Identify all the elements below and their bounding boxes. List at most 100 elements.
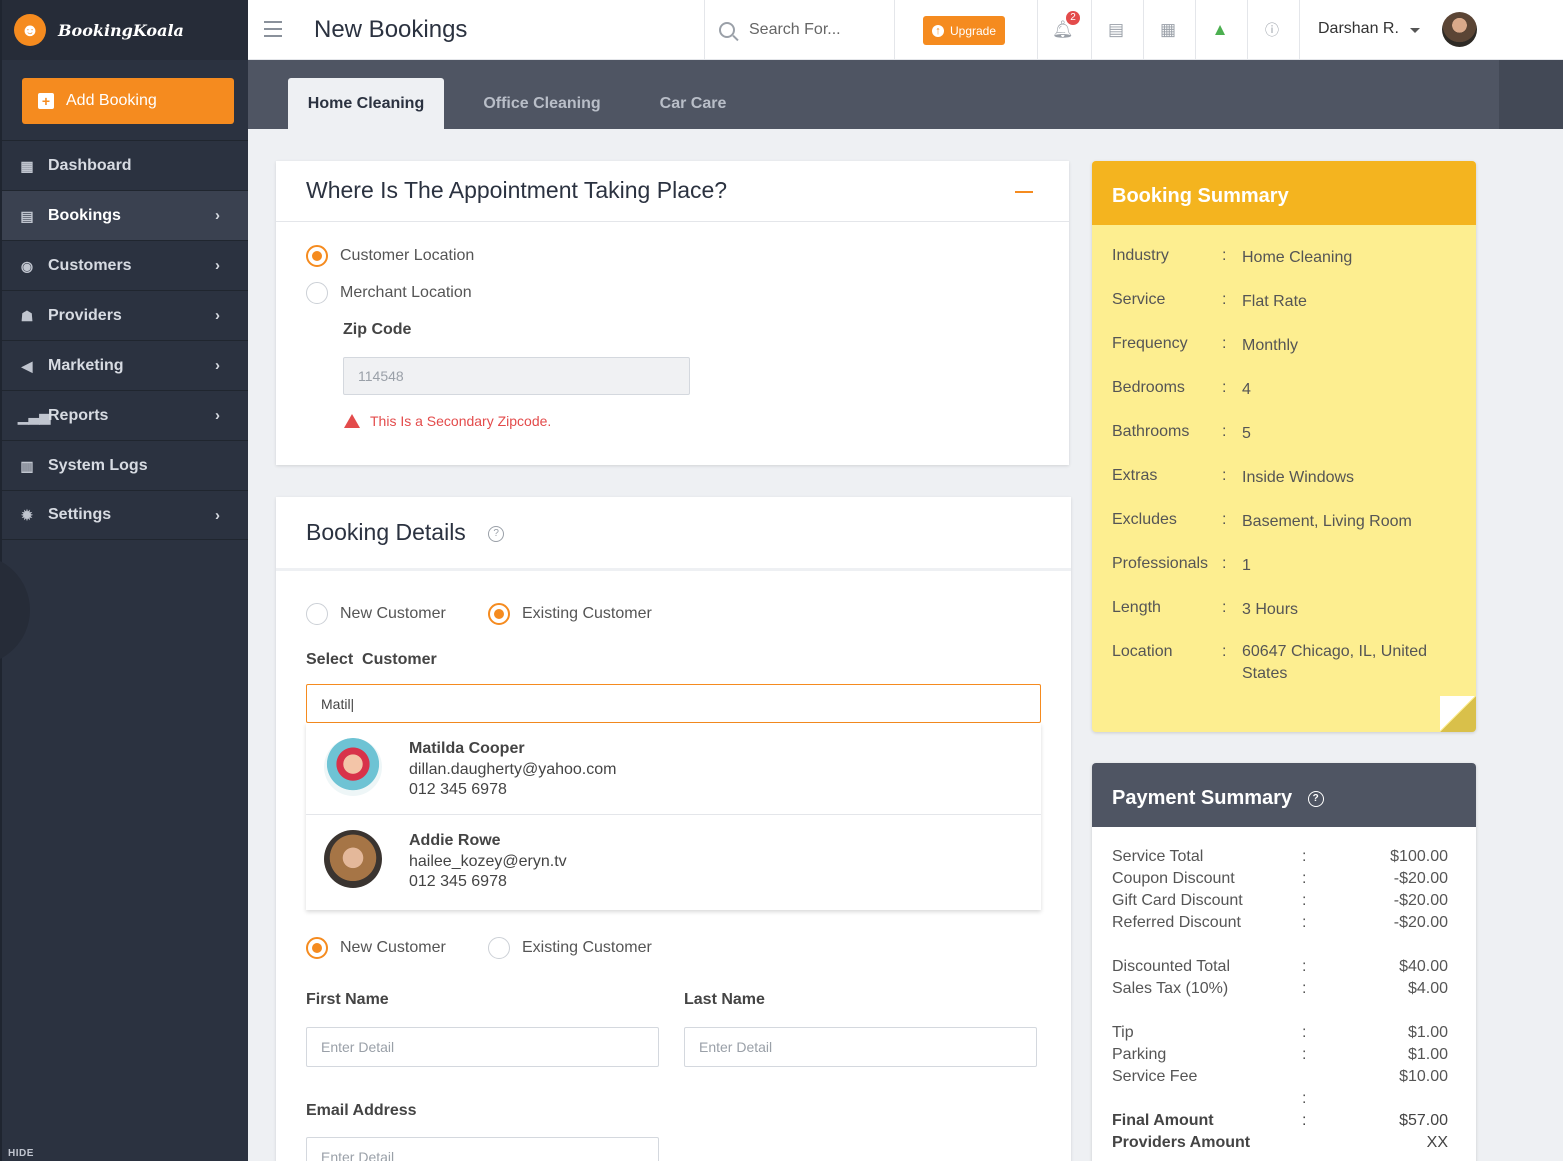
- option-label: Existing Customer: [522, 939, 652, 956]
- sidebar-nav: ▦ Dashboard ▤ Bookings › ◉ Customers › ☗…: [2, 140, 248, 540]
- sidebar-item-providers[interactable]: ☗ Providers ›: [2, 290, 248, 340]
- megaphone-icon: ◀: [21, 357, 33, 374]
- payment-row: Service Total: $100.00: [1112, 848, 1448, 865]
- sidebar-item-label: Customers: [48, 256, 132, 274]
- zip-code-label: Zip Code: [343, 321, 412, 338]
- payment-summary-title: Payment Summary: [1112, 787, 1293, 809]
- bell-icon[interactable]: 🔔︎ 2: [1052, 11, 1080, 40]
- list-item[interactable]: Matilda Cooper dillan.daugherty@yahoo.co…: [306, 723, 1041, 815]
- chevron-right-icon: ›: [215, 506, 220, 524]
- calendar-icon[interactable]: ▦: [1158, 20, 1178, 40]
- radio-unselected[interactable]: [306, 603, 328, 625]
- placeholder: Enter Detail: [321, 1039, 395, 1055]
- sidebar-item-marketing[interactable]: ◀ Marketing ›: [2, 340, 248, 390]
- sidebar-item-label: Dashboard: [48, 156, 132, 174]
- help-icon[interactable]: ?: [488, 525, 505, 542]
- top-bar: New Bookings Search For... ↑ Upgrade 🔔︎ …: [248, 0, 1563, 60]
- search-icon: [719, 22, 735, 38]
- radio-unselected[interactable]: [488, 937, 510, 959]
- gear-icon: ✹: [21, 507, 33, 523]
- tab-home-cleaning[interactable]: Home Cleaning: [288, 78, 444, 129]
- sidebar-item-dashboard[interactable]: ▦ Dashboard: [2, 140, 248, 190]
- new-customer-option-2[interactable]: New Customer: [306, 937, 446, 959]
- sidebar-item-label: Reports: [48, 406, 109, 424]
- payment-row: Referred Discount: -$20.00: [1112, 914, 1448, 931]
- avatar[interactable]: [1442, 12, 1477, 47]
- hide-sidebar-button[interactable]: HIDE: [8, 1148, 34, 1159]
- zip-warning: This Is a Secondary Zipcode.: [344, 413, 551, 429]
- bookings-icon: ▤: [20, 207, 34, 224]
- radio-unselected[interactable]: [306, 282, 328, 304]
- customer-search-value: Matil|: [321, 695, 355, 712]
- radio-selected[interactable]: [306, 245, 328, 267]
- chevron-right-icon: ›: [215, 257, 220, 274]
- customers-icon: ◉: [20, 257, 34, 274]
- radio-selected[interactable]: [488, 603, 510, 625]
- payment-row: Service Fee: $10.00: [1112, 1068, 1448, 1107]
- sidebar: ☻ BookingKoala + Add Booking ▦ Dashboard…: [0, 0, 248, 1161]
- page-title: New Bookings: [314, 16, 468, 43]
- help-icon[interactable]: ?: [1307, 790, 1324, 807]
- list-item[interactable]: Addie Rowe hailee_kozey@eryn.tv 012 345 …: [306, 815, 1041, 907]
- upgrade-label: Upgrade: [949, 23, 997, 38]
- menu-icon[interactable]: [264, 21, 282, 42]
- dashboard-icon: ▦: [20, 157, 34, 174]
- help-icon[interactable]: ⓘ: [1262, 20, 1282, 40]
- sidebar-item-bookings[interactable]: ▤ Bookings ›: [2, 190, 248, 240]
- email-field[interactable]: Enter Detail: [306, 1137, 659, 1161]
- chevron-right-icon: ›: [215, 307, 220, 324]
- customer-phone: 012 345 6978: [409, 781, 507, 798]
- payment-row: Sales Tax (10%): $4.00: [1112, 980, 1448, 997]
- sidebar-item-system-logs[interactable]: ▥ System Logs: [2, 440, 248, 490]
- add-booking-shortcut-icon[interactable]: ▤: [1106, 20, 1126, 40]
- last-name-field[interactable]: Enter Detail: [684, 1027, 1037, 1067]
- payment-row: Tip: $1.00: [1112, 1024, 1448, 1041]
- merchant-location-option[interactable]: Merchant Location: [306, 282, 472, 304]
- sidebar-toggle-knob[interactable]: [0, 555, 30, 665]
- tab-office-cleaning[interactable]: Office Cleaning: [474, 78, 610, 129]
- chevron-down-icon[interactable]: [1410, 28, 1420, 33]
- customer-search-input[interactable]: Matil|: [306, 684, 1041, 723]
- first-name-label: First Name: [306, 991, 389, 1008]
- payment-row: Parking: $1.00: [1112, 1046, 1448, 1063]
- chevron-right-icon: ›: [215, 207, 220, 224]
- payment-row-providers: Providers Amount XX: [1112, 1134, 1448, 1151]
- payment-row-final: Final Amount: $57.00: [1112, 1112, 1448, 1129]
- option-label: Merchant Location: [340, 284, 472, 301]
- booking-details-title: Booking Details: [306, 519, 466, 545]
- sidebar-item-customers[interactable]: ◉ Customers ›: [2, 240, 248, 290]
- sidebar-item-reports[interactable]: ▁▃▅ Reports ›: [2, 390, 248, 440]
- logo[interactable]: ☻ BookingKoala: [2, 0, 248, 60]
- industry-tabs: Home Cleaning Office Cleaning Car Care: [248, 60, 1563, 129]
- payment-row: Gift Card Discount: -$20.00: [1112, 892, 1448, 909]
- location-card: Where Is The Appointment Taking Place? C…: [276, 161, 1069, 465]
- zip-code-field: 114548: [343, 357, 690, 395]
- page-fold-decoration: [1440, 696, 1476, 732]
- sidebar-item-label: Bookings: [48, 206, 121, 224]
- upgrade-button[interactable]: ↑ Upgrade: [923, 16, 1005, 45]
- brand-name: BookingKoala: [58, 20, 184, 40]
- new-customer-option[interactable]: New Customer: [306, 603, 446, 625]
- chevron-right-icon: ›: [215, 407, 220, 424]
- sidebar-item-label: Providers: [48, 306, 122, 324]
- customer-location-option[interactable]: Customer Location: [306, 245, 474, 267]
- payment-summary-header: Payment Summary ?: [1092, 763, 1476, 827]
- zip-code-value: 114548: [358, 368, 404, 384]
- existing-customer-option[interactable]: Existing Customer: [488, 603, 652, 625]
- booking-details-header: Booking Details ?: [276, 497, 1071, 571]
- clipboard-icon: ▥: [20, 457, 34, 474]
- search-input[interactable]: Search For...: [704, 0, 894, 60]
- radio-selected[interactable]: [306, 937, 328, 959]
- sidebar-item-settings[interactable]: ✹ Settings ›: [2, 490, 248, 540]
- first-name-field[interactable]: Enter Detail: [306, 1027, 659, 1067]
- add-booking-button[interactable]: + Add Booking: [22, 78, 234, 124]
- existing-customer-option-2[interactable]: Existing Customer: [488, 937, 652, 959]
- alert-bell-icon[interactable]: ▲: [1210, 20, 1230, 40]
- add-booking-label: Add Booking: [66, 92, 157, 109]
- customer-suggestions: Matilda Cooper dillan.daugherty@yahoo.co…: [306, 723, 1041, 910]
- customer-name: Matilda Cooper: [409, 740, 525, 757]
- collapse-icon[interactable]: [1015, 191, 1033, 193]
- user-name[interactable]: Darshan R.: [1318, 20, 1399, 38]
- tab-car-care[interactable]: Car Care: [648, 78, 738, 129]
- notification-badge: 2: [1066, 11, 1080, 25]
